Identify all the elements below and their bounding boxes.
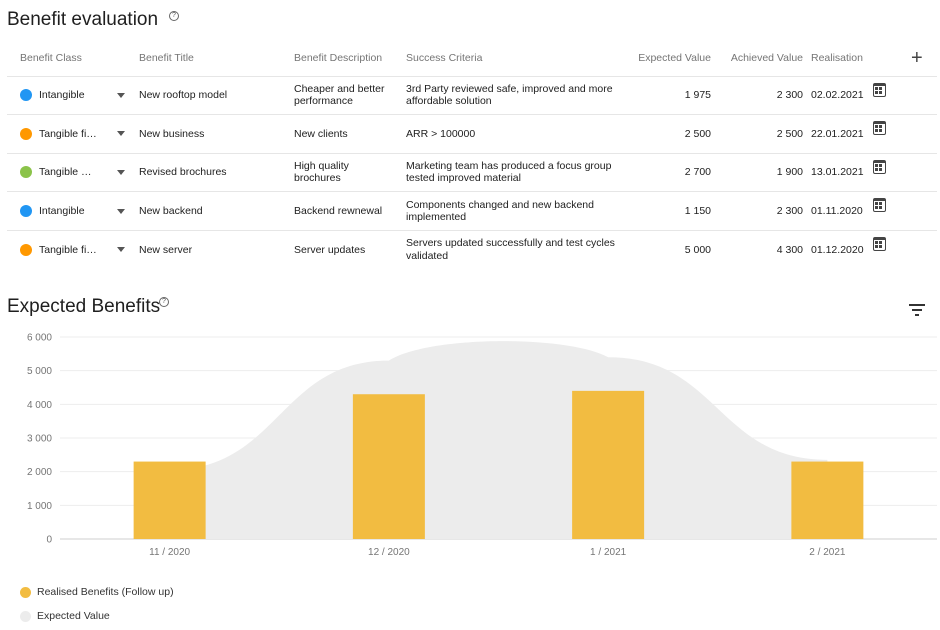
benefit-class: Tangible fi… <box>39 243 97 256</box>
benefit-description[interactable]: Backend rewnewal <box>294 191 406 231</box>
class-color-dot <box>20 127 32 140</box>
benefit-title[interactable]: New rooftop model <box>139 75 294 115</box>
benefit-evaluation-title: Benefit evaluation <box>7 9 159 30</box>
column-header-criteria[interactable]: Success Criteria <box>406 40 638 76</box>
column-header-description[interactable]: Benefit Description <box>294 40 406 76</box>
y-tick-label: 0 <box>46 535 52 546</box>
help-icon[interactable]: ? <box>159 297 169 307</box>
achieved-value[interactable]: 4 300 <box>711 229 805 269</box>
legend-label: Realised Benefits (Follow up) <box>37 586 174 598</box>
achieved-value[interactable]: 2 500 <box>711 114 805 154</box>
table-row[interactable]: Intangible New backend Backend rewnewal Com… <box>7 191 937 231</box>
success-criteria[interactable]: Marketing team has produced a focus grou… <box>406 152 638 192</box>
benefit-class-select[interactable]: Tangible n… <box>7 166 139 179</box>
expected-benefits-chart: 0 1 000 2 000 3 000 4 000 5 000 6 000 11 / 2020… <box>27 333 937 558</box>
benefit-title[interactable]: Revised brochures <box>139 152 294 192</box>
class-color-dot <box>20 205 32 218</box>
benefit-class: Tangible n… <box>39 166 97 179</box>
benefit-class-select[interactable]: Intangible <box>7 89 139 102</box>
calendar-icon[interactable] <box>873 198 886 213</box>
bar-realised <box>572 390 645 539</box>
bar-realised <box>352 394 425 539</box>
bar-realised <box>133 461 206 539</box>
chevron-down-icon[interactable] <box>117 169 125 175</box>
table-row[interactable]: Tangible fi… New server Server updates Serv… <box>7 229 937 269</box>
legend-marker <box>20 610 31 622</box>
benefit-description[interactable]: New clients <box>294 114 406 154</box>
realisation-date[interactable]: 01.11.2020 <box>805 191 871 231</box>
table-row[interactable]: Intangible New rooftop model Cheaper and b… <box>7 75 937 115</box>
y-tick-label: 6 000 <box>27 333 52 344</box>
column-header-achieved[interactable]: Achieved Value <box>711 40 805 76</box>
benefit-class-select[interactable]: Intangible <box>7 205 139 218</box>
calendar-icon[interactable] <box>873 237 886 252</box>
expected-value[interactable]: 2 500 <box>638 114 711 154</box>
benefit-class: Tangible fi… <box>39 127 97 140</box>
column-header-title[interactable]: Benefit Title <box>139 40 294 76</box>
column-header-realisation[interactable]: Realisation <box>805 40 871 76</box>
achieved-value[interactable]: 1 900 <box>711 152 805 192</box>
expected-value[interactable]: 1 150 <box>638 191 711 231</box>
benefit-description[interactable]: Cheaper and better performance <box>294 75 406 115</box>
benefit-title[interactable]: New server <box>139 229 294 269</box>
realisation-date[interactable]: 02.02.2021 <box>805 75 871 115</box>
benefit-class-select[interactable]: Tangible fi… <box>7 128 139 141</box>
chevron-down-icon[interactable] <box>117 92 125 98</box>
help-icon[interactable]: ? <box>169 11 179 21</box>
y-tick-label: 2 000 <box>27 467 52 478</box>
calendar-icon[interactable] <box>873 82 886 97</box>
success-criteria[interactable]: Servers updated successfully and test cy… <box>406 229 638 269</box>
success-criteria[interactable]: 3rd Party reviewed safe, improved and mo… <box>406 75 638 115</box>
chevron-down-icon[interactable] <box>117 208 125 214</box>
calendar-icon[interactable] <box>873 159 886 174</box>
expected-value[interactable]: 1 975 <box>638 75 711 115</box>
benefit-title[interactable]: New business <box>139 114 294 154</box>
success-criteria[interactable]: ARR > 100000 <box>406 114 638 154</box>
benefit-table: Benefit Class Benefit Title Benefit Desc… <box>7 40 937 269</box>
y-tick-label: 5 000 <box>27 366 52 377</box>
achieved-value[interactable]: 2 300 <box>711 75 805 115</box>
x-tick-label: 12 / 2020 <box>368 547 410 558</box>
expected-value[interactable]: 2 700 <box>638 152 711 192</box>
y-tick-label: 3 000 <box>27 434 52 445</box>
legend-label: Expected Value <box>37 610 110 622</box>
class-color-dot <box>20 89 32 102</box>
expected-value[interactable]: 5 000 <box>638 229 711 269</box>
legend-item-realised[interactable]: Realised Benefits (Follow up) <box>20 586 174 598</box>
add-icon[interactable]: + <box>911 48 923 68</box>
expected-benefits-title: Expected Benefits <box>7 296 161 317</box>
success-criteria[interactable]: Components changed and new backend imple… <box>406 191 638 231</box>
filter-icon[interactable] <box>909 304 925 316</box>
benefit-description[interactable]: High quality brochures <box>294 152 406 192</box>
class-color-dot <box>20 243 32 256</box>
benefit-title[interactable]: New backend <box>139 191 294 231</box>
realisation-date[interactable]: 22.01.2021 <box>805 114 871 154</box>
class-color-dot <box>20 166 32 179</box>
benefit-description[interactable]: Server updates <box>294 229 406 269</box>
chevron-down-icon[interactable] <box>117 247 125 253</box>
x-tick-label: 2 / 2021 <box>809 547 846 558</box>
benefit-class: Intangible <box>39 204 85 217</box>
achieved-value[interactable]: 2 300 <box>711 191 805 231</box>
calendar-icon[interactable] <box>873 121 886 136</box>
y-tick-label: 1 000 <box>27 501 52 512</box>
legend-marker <box>20 586 31 598</box>
benefit-class: Intangible <box>39 89 85 102</box>
column-header-expected[interactable]: Expected Value <box>638 40 711 76</box>
benefit-class-select[interactable]: Tangible fi… <box>7 244 139 257</box>
table-row[interactable]: Tangible n… Revised brochures High quality… <box>7 152 937 192</box>
x-tick-label: 11 / 2020 <box>149 547 190 558</box>
chevron-down-icon[interactable] <box>117 131 125 137</box>
y-tick-label: 4 000 <box>27 400 52 411</box>
realisation-date[interactable]: 01.12.2020 <box>805 229 871 269</box>
table-header: Benefit Class Benefit Title Benefit Desc… <box>7 40 937 76</box>
table-row[interactable]: Tangible fi… New business New clients ARR >… <box>7 114 937 154</box>
column-header-class[interactable]: Benefit Class <box>7 40 139 76</box>
legend-item-expected[interactable]: Expected Value <box>20 610 110 622</box>
bar-realised <box>791 461 864 539</box>
realisation-date[interactable]: 13.01.2021 <box>805 152 871 192</box>
x-tick-label: 1 / 2021 <box>590 547 627 558</box>
